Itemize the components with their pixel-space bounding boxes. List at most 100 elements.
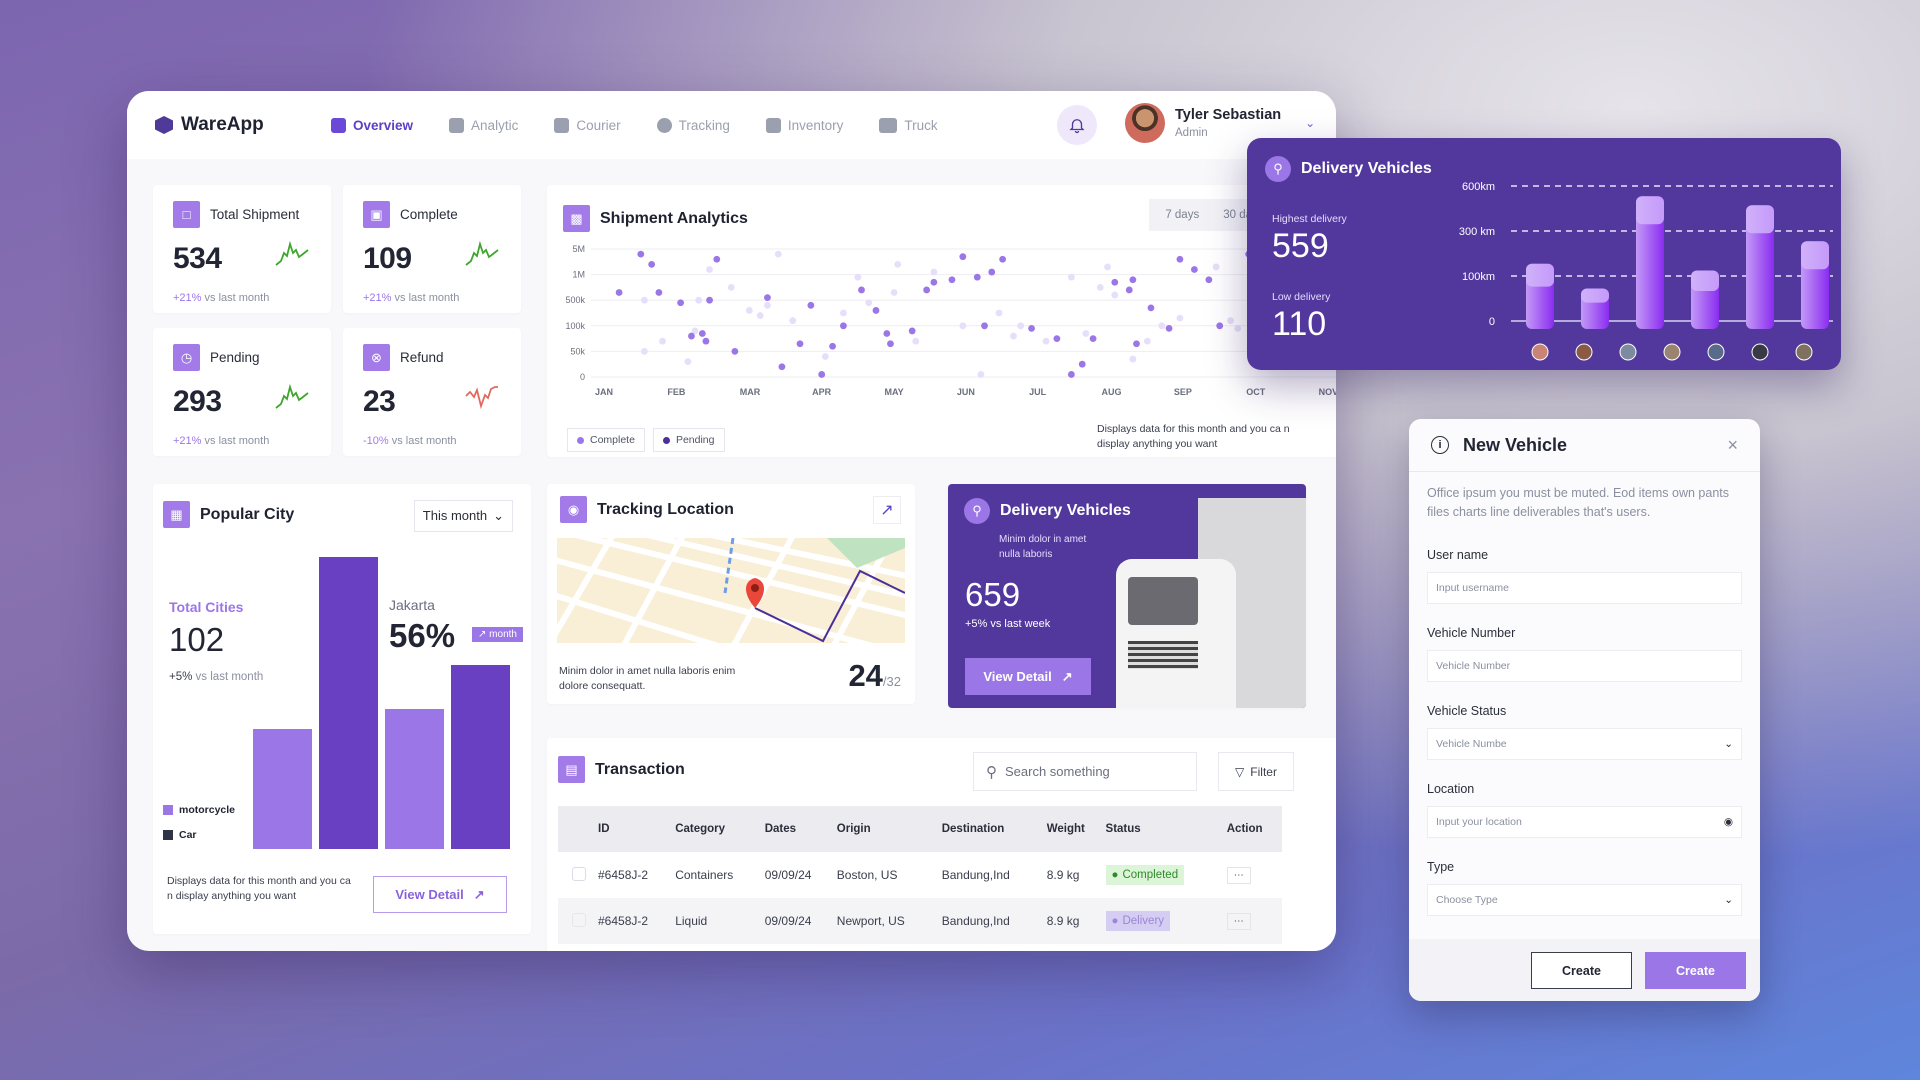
tracking-map[interactable] xyxy=(557,538,905,643)
legend-label: Pending xyxy=(675,434,715,446)
data-point xyxy=(1176,255,1184,263)
app-logo[interactable]: WareApp xyxy=(155,114,331,136)
analytics-icon: ▩ xyxy=(563,205,590,232)
row-checkbox[interactable] xyxy=(572,866,586,881)
data-point xyxy=(1129,355,1137,363)
nav-tracking[interactable]: Tracking xyxy=(656,117,730,133)
close-icon[interactable]: × xyxy=(1727,435,1738,456)
legend-label: motorcycle xyxy=(179,804,236,816)
data-point xyxy=(796,340,804,348)
nav-label: Inventory xyxy=(787,117,844,133)
nav-analytic[interactable]: Analytic xyxy=(449,117,518,133)
bag-icon xyxy=(554,117,570,133)
username-input[interactable]: Input username xyxy=(1427,572,1742,604)
nav-inventory[interactable]: Inventory xyxy=(765,117,844,133)
bar-cap xyxy=(1801,241,1829,270)
card-title: Tracking Location xyxy=(597,500,734,518)
data-point xyxy=(930,278,938,286)
nav-overview[interactable]: Overview xyxy=(331,117,413,133)
promo-subtitle: Minim dolor in amet nulla laboris xyxy=(999,534,1087,560)
x-tick-label: APR xyxy=(812,387,832,397)
data-point xyxy=(981,322,988,330)
filter-button[interactable]: ▽ Filter xyxy=(1218,752,1294,791)
card-title: Delivery Vehicles xyxy=(1000,502,1131,519)
legend-swatch xyxy=(163,805,173,815)
field-label: Vehicle Status xyxy=(1427,704,1507,718)
status-label: Completed xyxy=(1122,869,1179,881)
data-point xyxy=(698,330,706,337)
search-placeholder: Search something xyxy=(1005,764,1110,779)
create-button[interactable]: Create xyxy=(1645,952,1746,989)
more-actions-button[interactable]: ⋯ xyxy=(1226,912,1251,930)
data-point xyxy=(1125,286,1133,294)
wallet-icon: ▤ xyxy=(558,756,585,783)
y-tick-label: 300 km xyxy=(1459,226,1495,238)
legend-swatch xyxy=(163,830,173,840)
type-select[interactable]: Choose Type ⌄ xyxy=(1427,884,1742,916)
period-dropdown[interactable]: This month ⌄ xyxy=(413,500,513,532)
y-tick-label: 600km xyxy=(1462,181,1495,193)
city-name: Jakarta xyxy=(389,597,435,613)
legend-pending: Pending xyxy=(652,428,725,452)
table-row[interactable]: #6458J-2 Containers 09/09/24 Boston, US … xyxy=(558,852,1282,898)
nav-courier[interactable]: Courier xyxy=(554,117,621,133)
vehicle-status-select[interactable]: Vehicle Numbe ⌄ xyxy=(1427,728,1742,760)
box-icon: □ xyxy=(173,201,200,228)
data-point xyxy=(727,284,735,291)
vehicle-number-input[interactable]: Vehicle Number xyxy=(1427,650,1742,682)
data-point xyxy=(1111,278,1119,286)
card-title: Delivery Vehicles xyxy=(1301,160,1432,177)
search-input[interactable]: ⚲ Search something xyxy=(973,752,1197,791)
data-point xyxy=(1104,263,1111,271)
range-7-days[interactable]: 7 days xyxy=(1153,203,1211,227)
user-menu[interactable]: Tyler Sebastian Admin ⌄ xyxy=(1125,103,1315,143)
truck-icon xyxy=(879,117,898,133)
column-header: ID xyxy=(598,823,610,835)
location-input[interactable]: Input your location ◉ xyxy=(1427,806,1742,838)
data-point xyxy=(1010,332,1017,340)
location-pin-icon: ◉ xyxy=(1723,816,1733,828)
y-tick-label: 0 xyxy=(580,372,585,382)
promo-value: 659 xyxy=(965,576,1021,613)
data-point xyxy=(1158,322,1166,330)
nav-truck[interactable]: Truck xyxy=(879,117,938,133)
data-point xyxy=(840,322,847,330)
data-point xyxy=(641,348,648,355)
data-point xyxy=(659,337,666,345)
column-header: Status xyxy=(1105,823,1141,835)
data-point xyxy=(858,286,865,294)
shield-icon: ● xyxy=(1111,915,1119,927)
cancel-button[interactable]: Create xyxy=(1531,952,1632,989)
notification-button[interactable] xyxy=(1057,105,1097,145)
expand-button[interactable]: ↗ xyxy=(873,496,901,524)
delivery-vehicles-chart-card: ⚲ Delivery Vehicles Highest delivery 559 … xyxy=(1247,138,1841,370)
backspace-icon: ⊗ xyxy=(363,344,390,371)
column-header: Origin xyxy=(836,823,871,835)
sparkline-up-icon xyxy=(465,241,499,266)
top-bar: WareApp Overview Analytic Courier Tracki… xyxy=(127,91,1336,159)
data-point xyxy=(764,294,771,302)
more-actions-button[interactable]: ⋯ xyxy=(1226,866,1251,884)
data-point xyxy=(1227,317,1234,325)
field-placeholder: Input username xyxy=(1436,582,1509,594)
avatar xyxy=(1125,103,1165,143)
nav-label: Courier xyxy=(576,117,621,133)
courier-avatar xyxy=(1575,343,1593,361)
button-label: View Detail xyxy=(983,669,1052,684)
modal-title: New Vehicle xyxy=(1463,434,1568,455)
card-title: Transaction xyxy=(595,760,685,778)
courier-avatar xyxy=(1531,343,1549,361)
view-detail-button[interactable]: View Detail ↗ xyxy=(965,658,1091,695)
modal-footer: Create Create xyxy=(1409,939,1760,1001)
row-checkbox[interactable] xyxy=(572,912,586,927)
bar-cap xyxy=(1636,196,1664,225)
cart-icon: ⚲ xyxy=(1265,156,1291,182)
table-row[interactable]: #6458J-2 Liquid 09/09/24 Newport, US Ban… xyxy=(558,898,1282,944)
x-tick-label: MAY xyxy=(884,387,903,397)
tracking-count: 24 xyxy=(848,658,883,693)
x-tick-label: SEP xyxy=(1174,387,1192,397)
view-detail-button[interactable]: View Detail ↗ xyxy=(373,876,507,913)
x-tick-label: FEB xyxy=(667,387,686,397)
delivery-bar-chart: 0 100km 300 km 600km xyxy=(1459,181,1833,361)
field-label: Type xyxy=(1427,860,1455,874)
